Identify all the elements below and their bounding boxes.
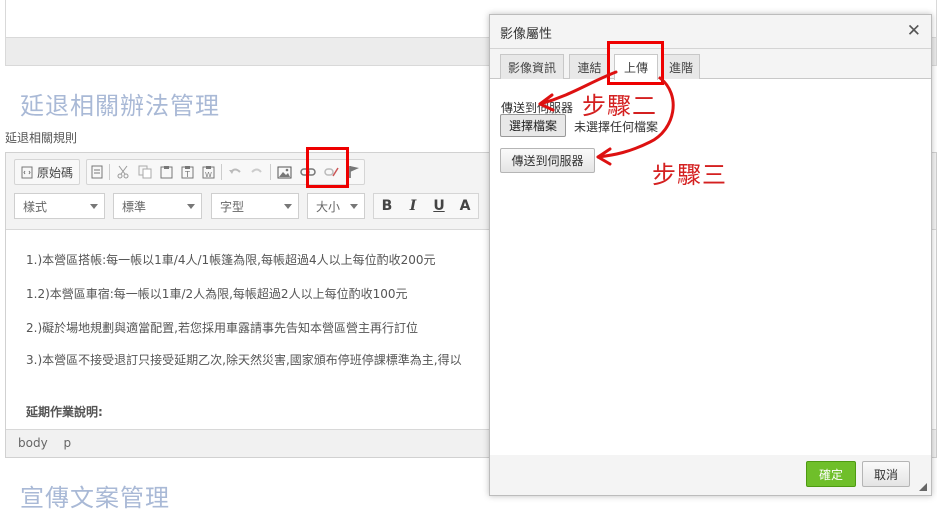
page: 延退相關辦法管理 延退相關規則 原始碼 T W 樣式 標準 字型 大小 B I … [0, 0, 937, 516]
annotation-arrow-upload-to-label [538, 70, 618, 106]
annotation-arrow-upload-to-send [596, 76, 675, 159]
annotation-arrows [538, 70, 675, 166]
